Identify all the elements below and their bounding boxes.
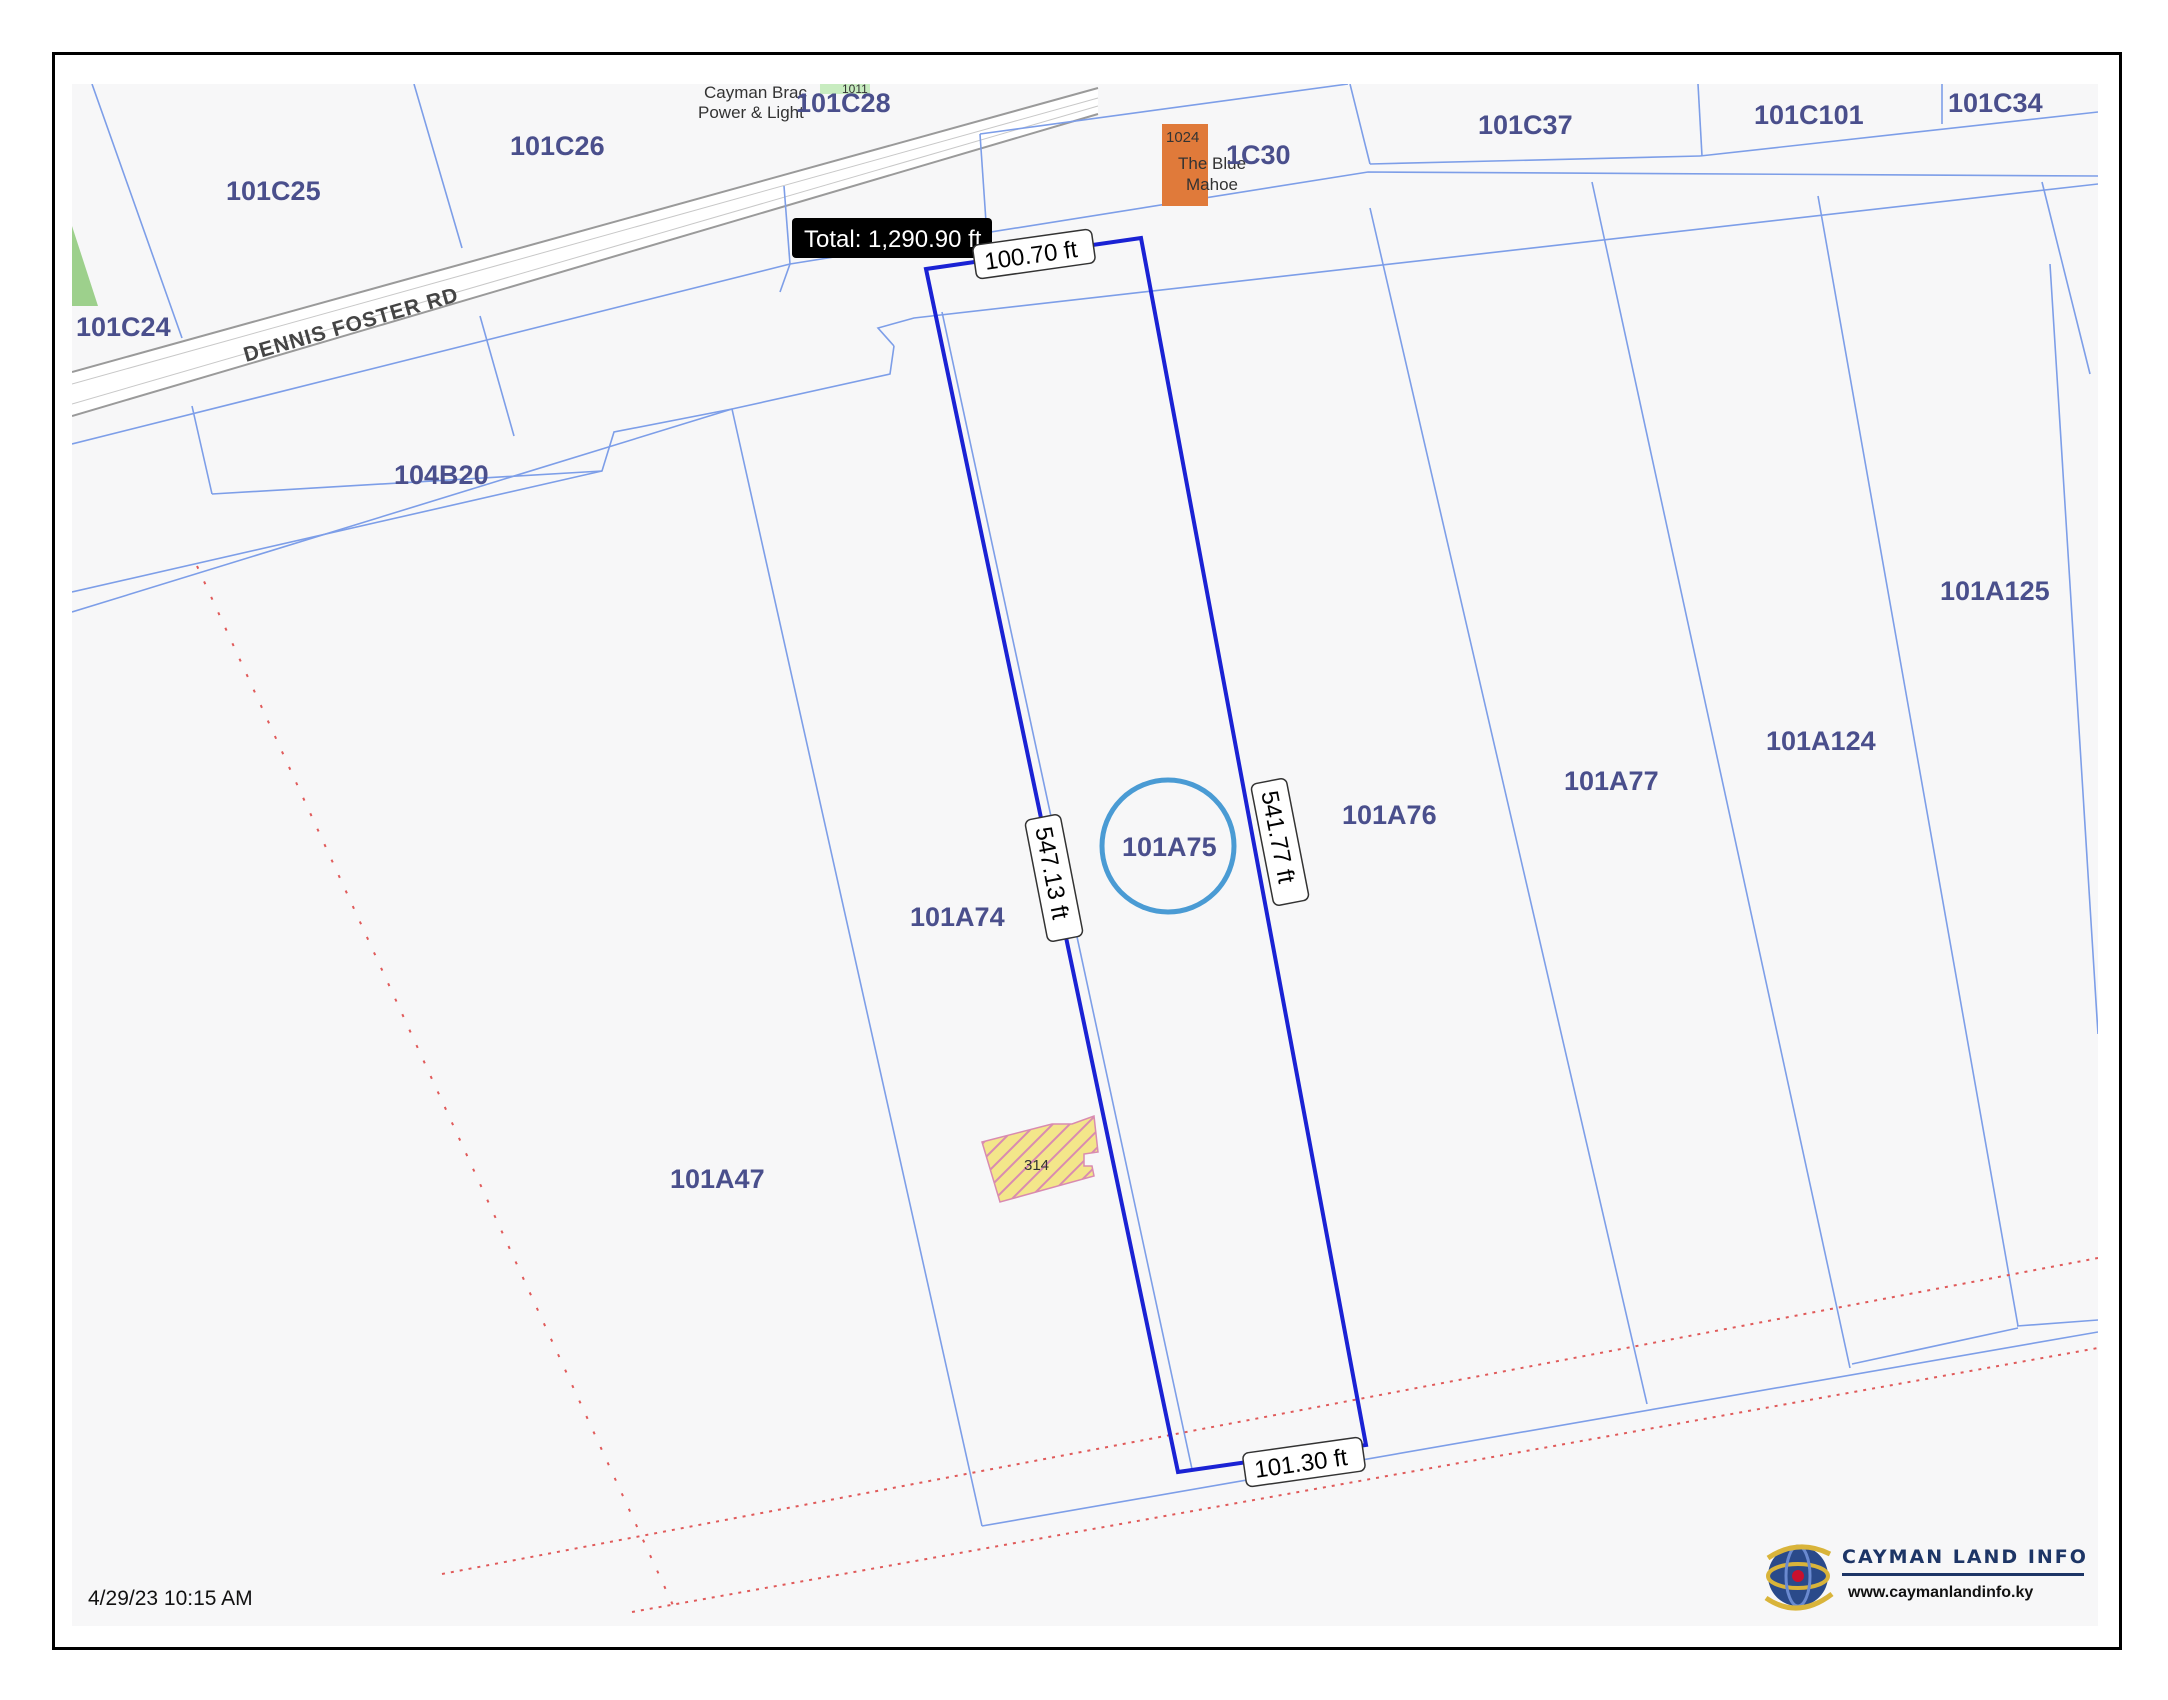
measure-left-box: 547.13 ft: [1024, 813, 1084, 943]
parcel-label: 101C25: [226, 176, 321, 206]
map-view[interactable]: 314 1024 The Blue Mahoe 1011 Cayman Brac…: [72, 84, 2098, 1626]
parcel-label: 101A47: [670, 1164, 765, 1194]
parcel-label: 101C26: [510, 131, 605, 161]
logo-divider: [1842, 1573, 2084, 1576]
parcel-label: 101A74: [910, 902, 1005, 932]
measure-total-tooltip: Total: 1,290.90 ft: [792, 218, 992, 258]
cayman-land-info-logo: CAYMAN LAND INFO www.caymanlandinfo.ky: [1758, 1528, 2088, 1628]
parcel-label: 101C28: [796, 88, 891, 118]
parcel-label: 101A76: [1342, 800, 1437, 830]
parcel-label: 101A125: [1940, 576, 2050, 606]
poi-mahoe-number: 1024: [1166, 129, 1199, 146]
parcel-label: 104B20: [394, 460, 489, 490]
poi-power-label-line1: Cayman Brac: [704, 84, 807, 102]
measure-bottom-box: 101.30 ft: [1242, 1436, 1366, 1488]
print-timestamp: 4/29/23 10:15 AM: [88, 1587, 253, 1610]
parcel-label: 101C37: [1478, 110, 1573, 140]
measure-right-box: 541.77 ft: [1250, 777, 1310, 907]
globe-icon: [1764, 1544, 1834, 1611]
logo-url: www.caymanlandinfo.ky: [1848, 1584, 2034, 1601]
parcel-label: 1C30: [1226, 140, 1291, 170]
green-area: [72, 226, 98, 306]
poi-power-label-line2: Power & Light: [698, 103, 804, 122]
parcel-label: 101C101: [1754, 100, 1864, 130]
parcel-label: 101A124: [1766, 726, 1876, 756]
survey-lines: [196, 565, 2098, 1615]
poi-mahoe-label-line2: Mahoe: [1186, 175, 1238, 194]
map-canvas[interactable]: 314 1024 The Blue Mahoe 1011 Cayman Brac…: [72, 84, 2098, 1626]
parcel-label: 101A77: [1564, 766, 1659, 796]
parcel-label: 101C24: [76, 312, 171, 342]
logo-name: CAYMAN LAND INFO: [1842, 1546, 2088, 1568]
parcel-label: 101A75: [1122, 832, 1217, 862]
parcel-label: 101C34: [1948, 88, 2043, 118]
measure-total-label: Total: 1,290.90 ft: [804, 226, 982, 253]
building-number-label: 314: [1024, 1157, 1049, 1174]
